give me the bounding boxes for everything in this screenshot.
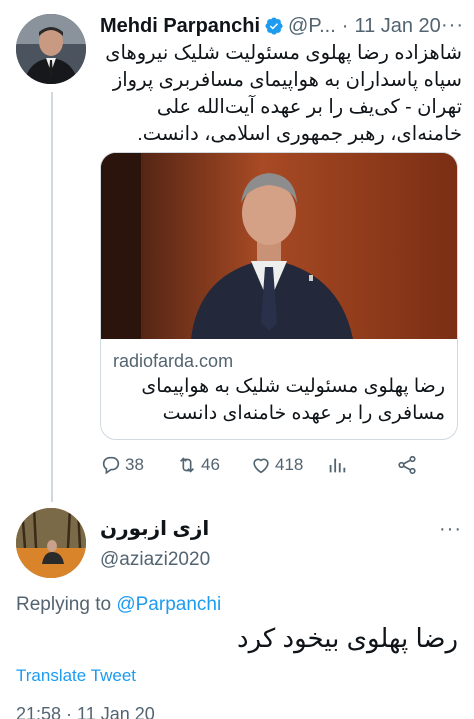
translate-tweet-link[interactable]: Translate Tweet [16,666,136,686]
link-card[interactable]: radiofarda.com رضا پهلوی مسئولیت شلیک به… [100,152,458,440]
reply-icon [102,456,120,475]
thread-connector [51,92,53,502]
author-handle[interactable]: @P... [288,15,336,38]
avatar-aziazi2020[interactable] [16,508,86,578]
tweet-actions: 38 46 418 [100,454,460,482]
analytics-icon [329,458,346,473]
tweet-date[interactable]: 11 Jan 20 [354,15,440,38]
reply-author-name[interactable]: ازی ازبورن [100,516,468,541]
more-icon[interactable]: ··· [441,14,464,37]
reply-button[interactable]: 38 [100,454,144,476]
analytics-button[interactable] [326,454,348,476]
like-icon [253,458,269,474]
card-image [101,153,457,339]
share-button[interactable] [396,454,418,476]
replying-mention-link[interactable]: @Parpanchi [116,594,221,615]
reply-author-handle[interactable]: @aziazi2020 [100,549,468,571]
retweet-count: 46 [201,455,220,474]
share-icon [398,455,416,475]
verified-badge-icon [264,16,284,36]
like-count: 418 [275,455,304,474]
replying-to-line: Replying to @Parpanchi [16,594,221,616]
separator-dot: · [341,14,349,37]
author-name[interactable]: Mehdi Parpanchi [100,15,260,38]
tweet-header: Mehdi Parpanchi @P... · 11 Jan 20 ··· [100,12,468,40]
card-domain: radiofarda.com [113,351,234,371]
tweet-text: شاهزاده رضا پهلوی مسئولیت شلیک نیروهای س… [105,42,462,145]
reply-text: رضا پهلوی بیخود کرد [236,623,458,653]
like-button[interactable]: 418 [250,454,303,476]
retweet-button[interactable]: 46 [176,454,220,476]
reply-timestamp[interactable]: 21:58 · 11 Jan 20 [16,704,155,719]
card-title: رضا پهلوی مسئولیت شلیک به هواپیمای مسافر… [141,376,445,424]
reply-count: 38 [125,455,144,474]
retweet-icon [179,457,195,473]
avatar-mehdi-parpanchi[interactable] [16,14,86,84]
reply-header: ازی ازبورن @aziazi2020 ··· [100,516,468,571]
reply-more-icon[interactable]: ··· [439,518,462,541]
replying-prefix: Replying to [16,594,112,615]
